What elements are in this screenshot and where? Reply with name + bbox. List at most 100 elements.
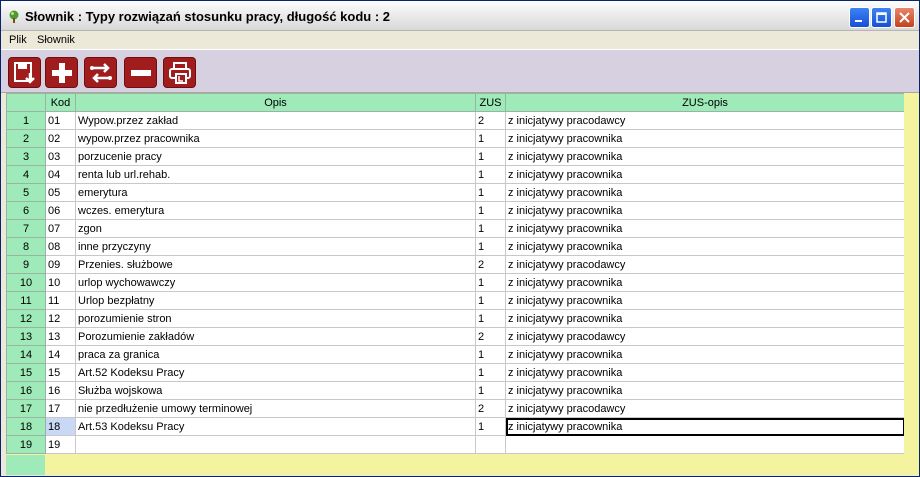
opis-cell[interactable]: Wypow.przez zakład: [75, 111, 476, 130]
row-number-cell[interactable]: 19: [6, 435, 46, 454]
table-row[interactable]: 18 18 Art.53 Kodeksu Pracy 1 z inicjatywy pr…: [6, 417, 905, 436]
zus-cell[interactable]: 1: [475, 237, 506, 256]
zus-cell[interactable]: [475, 435, 506, 454]
zus-opis-cell[interactable]: z inicjatywy pracownika: [505, 309, 905, 328]
zus-opis-cell[interactable]: z inicjatywy pracownika: [505, 237, 905, 256]
row-number-cell[interactable]: 17: [6, 399, 46, 418]
row-number-cell[interactable]: 8: [6, 237, 46, 256]
kod-cell[interactable]: 05: [45, 183, 76, 202]
kod-cell[interactable]: 01: [45, 111, 76, 130]
opis-cell[interactable]: porzucenie pracy: [75, 147, 476, 166]
kod-cell[interactable]: 17: [45, 399, 76, 418]
kod-cell[interactable]: 10: [45, 273, 76, 292]
close-button[interactable]: [894, 7, 915, 28]
zus-opis-cell[interactable]: z inicjatywy pracownika: [505, 345, 905, 364]
row-number-cell[interactable]: 6: [6, 201, 46, 220]
zus-opis-cell[interactable]: z inicjatywy pracownika: [505, 291, 905, 310]
row-number-cell[interactable]: 11: [6, 291, 46, 310]
table-row[interactable]: 4 04 renta lub url.rehab. 1 z inicjatywy pra…: [6, 165, 905, 184]
zus-opis-cell[interactable]: z inicjatywy pracownika: [505, 381, 905, 400]
add-button[interactable]: [45, 57, 78, 88]
zus-cell[interactable]: 2: [475, 327, 506, 346]
kod-cell[interactable]: 12: [45, 309, 76, 328]
kod-cell[interactable]: 14: [45, 345, 76, 364]
row-number-cell[interactable]: 9: [6, 255, 46, 274]
zus-cell[interactable]: 1: [475, 291, 506, 310]
row-number-cell[interactable]: 5: [6, 183, 46, 202]
header-opis[interactable]: Opis: [75, 93, 476, 112]
opis-cell[interactable]: Art.53 Kodeksu Pracy: [75, 417, 476, 436]
menu-plik[interactable]: Plik: [9, 34, 27, 46]
zus-opis-cell[interactable]: z inicjatywy pracodawcy: [505, 111, 905, 130]
row-number-cell[interactable]: 14: [6, 345, 46, 364]
opis-cell[interactable]: zgon: [75, 219, 476, 238]
table-row[interactable]: 17 17 nie przedłużenie umowy terminowej 2 z …: [6, 399, 905, 418]
opis-cell[interactable]: Służba wojskowa: [75, 381, 476, 400]
zus-cell[interactable]: 1: [475, 273, 506, 292]
opis-cell[interactable]: inne przyczyny: [75, 237, 476, 256]
zus-opis-cell[interactable]: z inicjatywy pracownika: [505, 363, 905, 382]
row-number-cell[interactable]: 10: [6, 273, 46, 292]
print-button[interactable]: [163, 57, 196, 88]
opis-cell[interactable]: renta lub url.rehab.: [75, 165, 476, 184]
table-row[interactable]: 16 16 Służba wojskowa 1 z inicjatywy pracown…: [6, 381, 905, 400]
maximize-button[interactable]: [871, 7, 892, 28]
table-row[interactable]: 1 01 Wypow.przez zakład 2 z inicjatywy praco…: [6, 111, 905, 130]
kod-cell[interactable]: 06: [45, 201, 76, 220]
zus-opis-cell[interactable]: z inicjatywy pracownika: [505, 165, 905, 184]
zus-cell[interactable]: 2: [475, 111, 506, 130]
zus-cell[interactable]: 1: [475, 363, 506, 382]
zus-opis-cell[interactable]: z inicjatywy pracownika: [505, 147, 905, 166]
header-kod[interactable]: Kod: [45, 93, 76, 112]
zus-cell[interactable]: 1: [475, 309, 506, 328]
remove-button[interactable]: [124, 57, 157, 88]
table-row[interactable]: 8 08 inne przyczyny 1 z inicjatywy pracownik…: [6, 237, 905, 256]
table-row[interactable]: 15 15 Art.52 Kodeksu Pracy 1 z inicjatywy pr…: [6, 363, 905, 382]
opis-cell[interactable]: nie przedłużenie umowy terminowej: [75, 399, 476, 418]
zus-opis-cell[interactable]: [505, 435, 905, 454]
kod-cell[interactable]: 04: [45, 165, 76, 184]
zus-cell[interactable]: 1: [475, 219, 506, 238]
opis-cell[interactable]: Porozumienie zakładów: [75, 327, 476, 346]
kod-cell[interactable]: 18: [45, 417, 76, 436]
kod-cell[interactable]: 11: [45, 291, 76, 310]
header-zus[interactable]: ZUS: [475, 93, 506, 112]
zus-opis-cell[interactable]: z inicjatywy pracownika: [505, 201, 905, 220]
zus-cell[interactable]: 1: [475, 201, 506, 220]
opis-cell[interactable]: praca za granica: [75, 345, 476, 364]
swap-button[interactable]: [84, 57, 117, 88]
table-row[interactable]: 10 10 urlop wychowawczy 1 z inicjatywy praco…: [6, 273, 905, 292]
table-row[interactable]: 19 19: [6, 435, 905, 454]
zus-cell[interactable]: 1: [475, 417, 506, 436]
kod-cell[interactable]: 09: [45, 255, 76, 274]
zus-opis-cell[interactable]: z inicjatywy pracodawcy: [505, 399, 905, 418]
kod-cell[interactable]: 02: [45, 129, 76, 148]
zus-cell[interactable]: 1: [475, 381, 506, 400]
table-row[interactable]: 11 11 Urlop bezpłatny 1 z inicjatywy pracown…: [6, 291, 905, 310]
row-number-cell[interactable]: 3: [6, 147, 46, 166]
zus-opis-cell[interactable]: z inicjatywy pracownika: [505, 129, 905, 148]
zus-opis-cell[interactable]: z inicjatywy pracodawcy: [505, 327, 905, 346]
zus-opis-cell[interactable]: z inicjatywy pracodawcy: [505, 255, 905, 274]
row-number-cell[interactable]: 1: [6, 111, 46, 130]
row-number-cell[interactable]: 16: [6, 381, 46, 400]
row-number-cell[interactable]: 18: [6, 417, 46, 436]
header-zus-opis[interactable]: ZUS-opis: [505, 93, 905, 112]
table-row[interactable]: 2 02 wypow.przez pracownika 1 z inicjatywy p…: [6, 129, 905, 148]
table-row[interactable]: 13 13 Porozumienie zakładów 2 z inicjatywy p…: [6, 327, 905, 346]
opis-cell[interactable]: [75, 435, 476, 454]
row-number-cell[interactable]: 2: [6, 129, 46, 148]
kod-cell[interactable]: 13: [45, 327, 76, 346]
save-export-button[interactable]: [8, 57, 41, 88]
zus-opis-cell[interactable]: z inicjatywy pracownika: [505, 417, 905, 436]
kod-cell[interactable]: 16: [45, 381, 76, 400]
opis-cell[interactable]: emerytura: [75, 183, 476, 202]
zus-cell[interactable]: 1: [475, 147, 506, 166]
kod-cell[interactable]: 03: [45, 147, 76, 166]
kod-cell[interactable]: 07: [45, 219, 76, 238]
opis-cell[interactable]: wczes. emerytura: [75, 201, 476, 220]
zus-opis-cell[interactable]: z inicjatywy pracownika: [505, 219, 905, 238]
kod-cell[interactable]: 19: [45, 435, 76, 454]
header-rownum[interactable]: [6, 93, 46, 112]
opis-cell[interactable]: Przenies. służbowe: [75, 255, 476, 274]
